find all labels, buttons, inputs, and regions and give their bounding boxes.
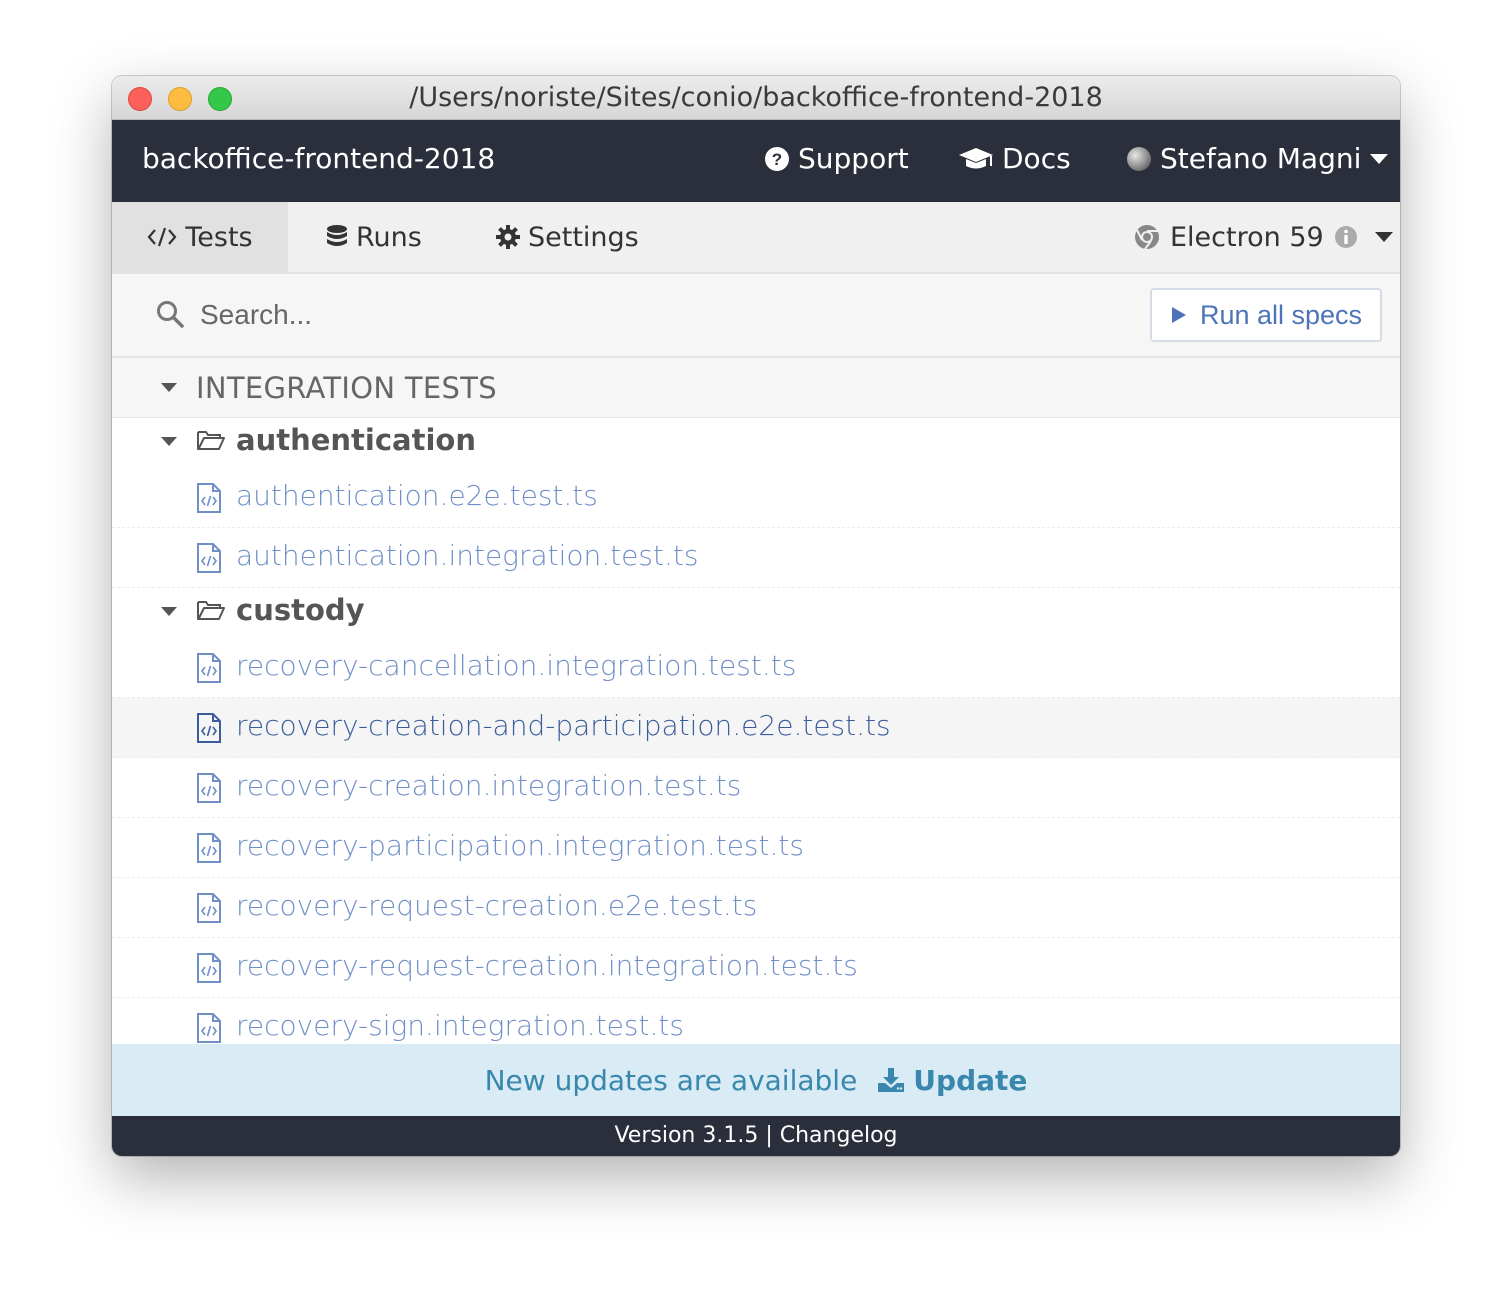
- file-code-icon: [197, 483, 221, 513]
- section-integration-tests[interactable]: INTEGRATION TESTS: [112, 358, 1400, 418]
- caret-down-icon: [161, 383, 177, 392]
- app-header: backoffice-frontend-2018 ? Support Docs …: [112, 120, 1400, 202]
- folder-open-icon: [197, 601, 225, 620]
- file-code-icon: [197, 1013, 221, 1043]
- changelog-link[interactable]: Changelog: [780, 1123, 898, 1148]
- spec-item[interactable]: authentication.e2e.test.ts: [112, 468, 1400, 528]
- section-title: INTEGRATION TESTS: [196, 371, 497, 405]
- info-icon: [1334, 226, 1357, 248]
- tab-tests[interactable]: Tests: [112, 202, 288, 272]
- file-code-icon: [197, 953, 221, 983]
- folder-open-icon: [197, 431, 225, 450]
- update-link-label: Update: [913, 1063, 1028, 1097]
- download-icon: [878, 1068, 905, 1092]
- footer: Version 3.1.5 | Changelog: [112, 1116, 1400, 1156]
- svg-text:?: ?: [772, 150, 782, 169]
- project-name: backoffice-frontend-2018: [142, 142, 496, 175]
- spec-name: recovery-cancellation.integration.test.t…: [236, 649, 797, 682]
- chrome-icon: [1135, 225, 1159, 250]
- file-code-icon: [197, 833, 221, 863]
- app-window: /Users/noriste/Sites/conio/backoffice-fr…: [112, 76, 1400, 1156]
- spec-name: recovery-participation.integration.test.…: [236, 829, 804, 862]
- tab-tests-label: Tests: [185, 221, 253, 253]
- question-circle-icon: ?: [765, 146, 789, 171]
- spec-item[interactable]: recovery-creation.integration.test.ts: [112, 758, 1400, 818]
- file-code-icon: [197, 653, 221, 683]
- database-icon: [327, 225, 347, 246]
- spec-item[interactable]: recovery-request-creation.integration.te…: [112, 938, 1400, 998]
- spec-name: authentication.integration.test.ts: [236, 539, 699, 572]
- file-code-icon: [197, 713, 221, 743]
- search-icon: [157, 301, 184, 328]
- tab-settings[interactable]: Settings: [496, 202, 639, 272]
- search-bar: Run all specs: [112, 274, 1400, 358]
- folder-authentication[interactable]: authentication: [112, 418, 1400, 468]
- folder-name: authentication: [236, 423, 476, 457]
- spec-item[interactable]: recovery-sign.integration.test.ts: [112, 998, 1400, 1044]
- file-code-icon: [197, 773, 221, 803]
- spec-item[interactable]: recovery-cancellation.integration.test.t…: [112, 638, 1400, 698]
- caret-down-icon: [161, 437, 177, 446]
- caret-down-icon: [1374, 232, 1393, 242]
- spec-name: authentication.e2e.test.ts: [236, 479, 598, 512]
- file-code-icon: [197, 543, 221, 573]
- browser-label: Electron 59: [1170, 221, 1324, 253]
- spec-item-selected[interactable]: recovery-creation-and-participation.e2e.…: [112, 698, 1400, 758]
- spec-name: recovery-creation.integration.test.ts: [236, 769, 742, 802]
- title-bar: /Users/noriste/Sites/conio/backoffice-fr…: [112, 76, 1400, 120]
- version-label: Version 3.1.5: [614, 1123, 759, 1148]
- caret-down-icon: [1370, 153, 1389, 164]
- graduation-cap-icon: [959, 147, 993, 168]
- folder-custody[interactable]: custody: [112, 588, 1400, 638]
- spec-item[interactable]: recovery-participation.integration.test.…: [112, 818, 1400, 878]
- play-icon: [1171, 307, 1186, 323]
- window-title: /Users/noriste/Sites/conio/backoffice-fr…: [409, 82, 1103, 113]
- support-label: Support: [798, 142, 909, 175]
- run-all-specs-button[interactable]: Run all specs: [1150, 288, 1382, 342]
- main-nav: Tests Runs Settings Electron 59: [112, 202, 1400, 274]
- spec-item[interactable]: recovery-request-creation.e2e.test.ts: [112, 878, 1400, 938]
- avatar: [1127, 146, 1151, 171]
- caret-down-icon: [161, 607, 177, 616]
- spec-item[interactable]: authentication.integration.test.ts: [112, 528, 1400, 588]
- search-input[interactable]: [200, 294, 800, 336]
- run-all-specs-label: Run all specs: [1199, 299, 1363, 330]
- tab-runs[interactable]: Runs: [326, 202, 422, 272]
- spec-name: recovery-request-creation.e2e.test.ts: [236, 889, 758, 922]
- footer-separator: |: [765, 1123, 773, 1148]
- user-menu[interactable]: Stefano Magni: [1126, 142, 1389, 175]
- spec-name: recovery-request-creation.integration.te…: [236, 949, 858, 982]
- user-name: Stefano Magni: [1160, 142, 1362, 175]
- spec-name: recovery-creation-and-participation.e2e.…: [236, 709, 891, 742]
- docs-link[interactable]: Docs: [958, 142, 1071, 175]
- folder-name: custody: [236, 593, 365, 627]
- tab-runs-label: Runs: [356, 221, 422, 253]
- browser-selector[interactable]: Electron 59: [1134, 202, 1394, 272]
- specs-list: INTEGRATION TESTS authentication authent…: [112, 358, 1400, 1044]
- spec-name: recovery-sign.integration.test.ts: [236, 1009, 684, 1042]
- file-code-icon: [197, 893, 221, 923]
- update-banner: New updates are available Update: [112, 1044, 1400, 1116]
- update-link[interactable]: Update: [877, 1064, 1027, 1097]
- tab-settings-label: Settings: [528, 221, 639, 253]
- docs-label: Docs: [1002, 142, 1071, 175]
- update-message: New updates are available: [484, 1063, 858, 1097]
- gear-icon: [496, 225, 520, 249]
- code-icon: [147, 227, 177, 247]
- support-link[interactable]: ? Support: [764, 142, 909, 175]
